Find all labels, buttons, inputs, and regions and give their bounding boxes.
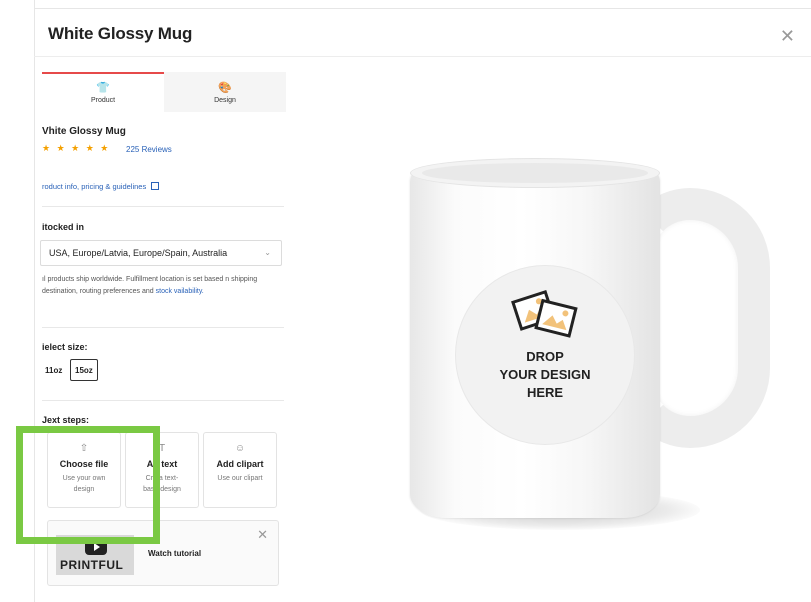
smiley-icon: ☺ [234,443,246,454]
shipping-note: ıl products ship worldwide. Fulfillment … [42,274,286,298]
mug-preview: DROP YOUR DESIGN HERE [300,60,811,602]
product-info-label: roduct info, pricing & guidelines [42,182,147,191]
left-panel: 👕 Product 🎨 Design Vhite Glossy Mug ★ ★ … [40,72,286,586]
stocked-in-select[interactable]: USA, Europe/Latvia, Europe/Spain, Austra… [40,240,282,266]
tab-product[interactable]: 👕 Product [42,72,164,112]
image-placeholder-icon [511,289,578,338]
stocked-in-value: USA, Europe/Latvia, Europe/Spain, Austra… [49,248,228,258]
highlight-box [16,426,160,544]
add-clipart-subtitle: Use our clipart [217,475,263,482]
tab-product-label: Product [90,97,116,104]
tab-bar: 👕 Product 🎨 Design [42,72,286,112]
size-option-15oz[interactable]: 15oz [70,359,98,381]
section-divider [42,206,284,207]
chevron-down-icon: ⌄ [264,248,271,257]
drop-design-zone[interactable]: DROP YOUR DESIGN HERE [455,265,635,445]
modal-title: White Glossy Mug [48,24,193,43]
shipping-note-text: ıl products ship worldwide. Fulfillment … [42,276,258,295]
close-icon[interactable]: ✕ [257,527,268,543]
size-option-11oz[interactable]: 11oz [40,359,66,381]
close-icon[interactable]: ✕ [780,26,795,47]
stock-availability-link[interactable]: stock vailability. [156,288,204,295]
modal-top-edge [34,8,811,9]
product-name: Vhite Glossy Mug [42,126,126,137]
drop-design-text: DROP YOUR DESIGN HERE [499,349,591,400]
next-steps-label: Jext steps: [42,415,90,425]
palette-icon: 🎨 [218,82,232,94]
reviews-link[interactable]: 225 Reviews [126,145,172,154]
shirt-icon: 👕 [96,82,110,94]
printful-logo: PRINTFUL [60,558,124,572]
tab-design-label: Design [214,97,236,104]
stocked-in-label: itocked in [42,222,85,232]
section-divider [42,327,284,328]
watch-tutorial-label: Watch tutorial [148,549,202,558]
section-divider [42,400,284,401]
rating-stars: ★ ★ ★ ★ ★ [42,143,111,153]
tab-design[interactable]: 🎨 Design [164,72,286,112]
mug-rim-inner [422,163,648,183]
title-divider [34,56,811,57]
external-link-icon [151,182,160,190]
select-size-label: ielect size: [42,342,88,352]
product-info-link[interactable]: roduct info, pricing & guidelines [42,182,160,191]
add-clipart-card[interactable]: ☺ Add clipart Use our clipart [203,432,277,508]
add-clipart-title: Add clipart [216,459,264,469]
